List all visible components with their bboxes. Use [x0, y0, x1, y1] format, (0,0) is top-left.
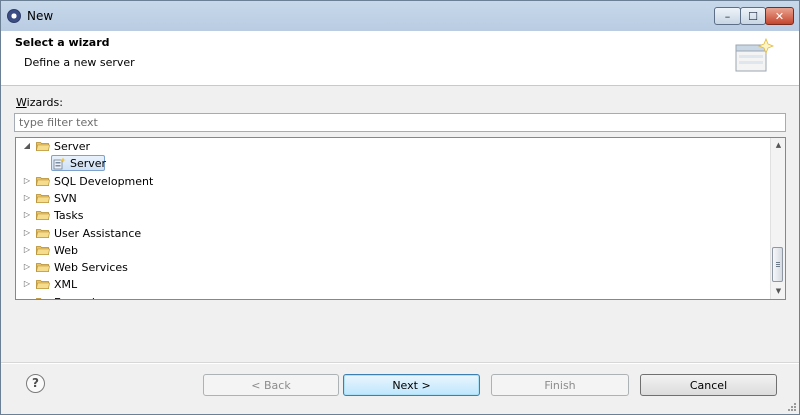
minimize-button[interactable]: – — [714, 7, 741, 25]
wizards-label-mnemonic: W — [16, 96, 27, 109]
tree-category[interactable]: ▷ Examples — [16, 294, 766, 299]
tree-category[interactable]: ▷ SVN — [16, 190, 766, 207]
tree-vertical-scrollbar[interactable]: ▲ ▼ — [770, 138, 785, 299]
finish-button[interactable]: Finish — [491, 374, 629, 396]
wizard-filter-input[interactable] — [14, 113, 786, 132]
tree-row-label: Tasks — [54, 209, 84, 222]
wizards-label: Wizards: — [16, 96, 63, 109]
folder-icon — [36, 298, 42, 299]
tree-item[interactable]: Server — [16, 155, 766, 172]
eclipse-icon — [7, 9, 21, 23]
expand-arrow-icon[interactable]: ▷ — [22, 228, 32, 238]
window-title: New — [27, 9, 54, 23]
thumb-grip-line — [776, 264, 780, 265]
new-wizard-banner-icon — [735, 37, 775, 72]
tree-category[interactable]: ▷ XML — [16, 276, 766, 293]
scrollbar-thumb[interactable] — [772, 247, 783, 282]
folder-icon — [36, 246, 50, 255]
tree-category[interactable]: ▷ Tasks — [16, 207, 766, 224]
thumb-grip-line — [776, 266, 780, 267]
tree-row-label: User Assistance — [54, 227, 142, 240]
expand-arrow-icon[interactable]: ▷ — [22, 297, 32, 299]
tree-row-label: Web Services — [54, 261, 128, 274]
tree-category[interactable]: ▷ User Assistance — [16, 225, 766, 242]
tree-row-label: Server — [54, 140, 91, 153]
button-bar-separator — [1, 362, 799, 364]
tree-row-label: SQL Development — [54, 175, 154, 188]
cancel-button[interactable]: Cancel — [640, 374, 777, 396]
expand-arrow-icon[interactable]: ▷ — [22, 262, 32, 272]
new-wizard-dialog: New – ☐ ✕ Select a wizard Define a new s… — [0, 0, 800, 415]
folder-icon — [36, 142, 50, 151]
folder-icon — [36, 194, 50, 203]
tree-category[interactable]: ▷ SQL Development — [16, 173, 766, 190]
next-button[interactable]: Next > — [343, 374, 480, 396]
wizard-header: Select a wizard Define a new server — [1, 31, 799, 86]
folder-icon — [36, 211, 50, 220]
help-button[interactable]: ? — [26, 374, 45, 393]
tree-category[interactable]: ▷ Web Services — [16, 259, 766, 276]
folder-icon — [36, 177, 50, 186]
thumb-grip-line — [776, 262, 780, 263]
expand-arrow-icon[interactable]: ▷ — [22, 245, 32, 255]
folder-icon — [36, 263, 50, 272]
wizard-tree[interactable]: ◢ Server Server ▷ SQL Development ▷ SVN ▷ Tasks ▷… — [15, 137, 786, 300]
tree-row-label: Server — [70, 157, 107, 170]
header-description: Define a new server — [24, 56, 135, 69]
wizards-label-text: izards: — [26, 96, 63, 109]
maximize-button[interactable]: ☐ — [740, 7, 766, 25]
close-button[interactable]: ✕ — [765, 7, 794, 25]
tree-category[interactable]: ◢ Server — [16, 138, 766, 155]
tree-row-label: Web — [54, 244, 78, 257]
tree-row-label: XML — [54, 278, 78, 291]
header-title: Select a wizard — [15, 36, 110, 49]
scroll-up-arrow-icon[interactable]: ▲ — [771, 138, 785, 153]
folder-icon — [36, 280, 50, 289]
expand-arrow-icon[interactable]: ▷ — [22, 279, 32, 289]
tree-row-label: SVN — [54, 192, 77, 205]
expand-arrow-icon[interactable]: ▷ — [22, 210, 32, 220]
expand-arrow-icon[interactable]: ▷ — [22, 193, 32, 203]
collapse-arrow-icon[interactable]: ◢ — [22, 141, 32, 151]
scroll-down-arrow-icon[interactable]: ▼ — [771, 284, 785, 299]
expand-arrow-icon[interactable]: ▷ — [22, 176, 32, 186]
folder-icon — [36, 229, 50, 238]
title-bar[interactable]: New – ☐ ✕ — [1, 1, 799, 31]
back-button[interactable]: < Back — [203, 374, 339, 396]
server-wizard-icon — [53, 157, 66, 170]
tree-row-label: Examples — [54, 296, 107, 299]
tree-category[interactable]: ▷ Web — [16, 242, 766, 259]
resize-grip-icon[interactable] — [787, 402, 797, 412]
